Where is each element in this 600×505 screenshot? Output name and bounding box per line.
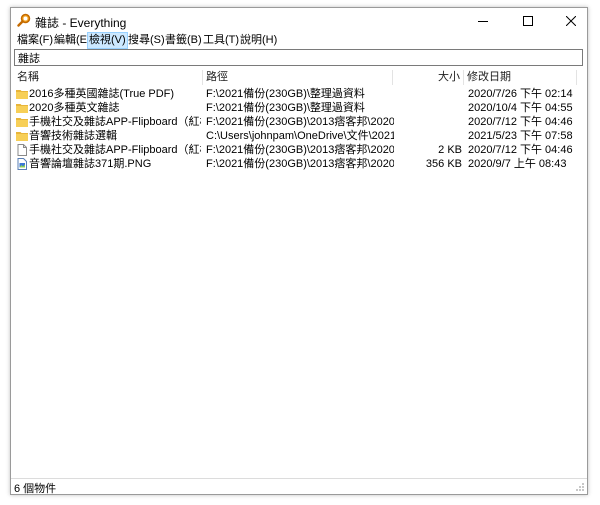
row-date: 2020/7/12 下午 04:46 xyxy=(468,116,573,128)
column-separator[interactable] xyxy=(463,70,464,85)
menu-view[interactable]: 檢視(V) xyxy=(87,32,128,49)
row-size: 356 KB xyxy=(425,158,462,170)
column-name[interactable]: 名稱 xyxy=(17,69,39,85)
minimize-button[interactable] xyxy=(466,8,500,33)
resize-grip-icon[interactable] xyxy=(575,482,585,492)
search-input[interactable] xyxy=(16,50,580,65)
row-size xyxy=(394,101,462,115)
column-separator[interactable] xyxy=(392,70,393,85)
row-date: 2020/9/7 上午 08:43 xyxy=(468,158,567,170)
row-date: 2020/10/4 下午 04:55 xyxy=(468,102,573,114)
menu-bookmarks[interactable]: 書籤(B) xyxy=(164,33,203,48)
row-name: 手機社交及雜誌APP-Flipboard（紅板報）... xyxy=(29,116,201,128)
column-size[interactable]: 大小 xyxy=(394,69,460,85)
row-path: F:\2021備份(230GB)\2013痞客邦\2020(158... xyxy=(206,144,394,156)
table-row[interactable]: 手機社交及雜誌APP-Flipboard（紅板報）... F:\2021備份(2… xyxy=(14,115,583,129)
window-title: 雜誌 - Everything xyxy=(35,16,127,30)
everything-window: 雜誌 - Everything 檔案(F) 編輯(E) 檢視(V) 搜尋(S) … xyxy=(10,7,588,495)
row-date: 2020/7/12 下午 04:46 xyxy=(468,144,573,156)
maximize-button[interactable] xyxy=(511,8,545,33)
row-size xyxy=(394,87,462,101)
row-size xyxy=(394,129,462,143)
results-list: 2016多種英國雜誌(True PDF) F:\2021備份(230GB)\整理… xyxy=(14,87,583,481)
table-row[interactable]: 2020多種英文雜誌 F:\2021備份(230GB)\整理過資料 2020/1… xyxy=(14,101,583,115)
row-name: 手機社交及雜誌APP-Flipboard（紅板報）... xyxy=(29,144,201,156)
column-header: 名稱 路徑 大小 修改日期 xyxy=(14,69,583,86)
row-path: F:\2021備份(230GB)\2013痞客邦\2020(158... xyxy=(206,158,394,170)
folder-icon xyxy=(16,104,28,113)
column-separator[interactable] xyxy=(202,70,203,85)
menu-edit[interactable]: 編輯(E) xyxy=(53,33,92,48)
row-name: 音響論壇雜誌371期.PNG xyxy=(29,158,152,170)
row-name: 2016多種英國雜誌(True PDF) xyxy=(29,88,175,100)
menu-help[interactable]: 說明(H) xyxy=(239,33,278,48)
column-path[interactable]: 路徑 xyxy=(206,69,228,85)
folder-icon xyxy=(16,118,28,127)
column-separator[interactable] xyxy=(576,70,577,85)
close-icon xyxy=(566,15,576,26)
search-box xyxy=(14,49,583,66)
row-name: 音響技術雜誌選輯 xyxy=(29,130,117,142)
image-file-icon xyxy=(17,158,27,170)
row-size xyxy=(394,115,462,129)
maximize-icon xyxy=(523,15,533,26)
close-button[interactable] xyxy=(554,8,588,33)
row-path: F:\2021備份(230GB)\整理過資料 xyxy=(206,88,365,100)
title-bar[interactable]: 雜誌 - Everything xyxy=(11,8,587,33)
row-date: 2020/7/26 下午 02:14 xyxy=(468,88,573,100)
row-size: 2 KB xyxy=(438,144,462,156)
row-name: 2020多種英文雜誌 xyxy=(29,102,120,114)
menu-bar: 檔案(F) 編輯(E) 檢視(V) 搜尋(S) 書籤(B) 工具(T) 說明(H… xyxy=(11,32,587,49)
menu-tools[interactable]: 工具(T) xyxy=(202,33,240,48)
magnifier-app-icon xyxy=(17,13,31,27)
row-path: C:\Users\johnpam\OneDrive\文件\2021年P... xyxy=(206,130,394,142)
folder-icon xyxy=(16,132,28,141)
table-row[interactable]: 音響技術雜誌選輯 C:\Users\johnpam\OneDrive\文件\20… xyxy=(14,129,583,143)
folder-icon xyxy=(16,90,28,99)
minimize-icon xyxy=(478,20,488,22)
status-bar: 6 個物件 xyxy=(11,478,587,495)
table-row[interactable]: 音響論壇雜誌371期.PNG F:\2021備份(230GB)\2013痞客邦\… xyxy=(14,157,583,171)
row-date: 2021/5/23 下午 07:58 xyxy=(468,130,573,142)
row-path: F:\2021備份(230GB)\整理過資料 xyxy=(206,102,365,114)
column-date[interactable]: 修改日期 xyxy=(467,69,511,85)
object-count: 6 個物件 xyxy=(14,483,57,495)
menu-file[interactable]: 檔案(F) xyxy=(16,33,54,48)
table-row[interactable]: 2016多種英國雜誌(True PDF) F:\2021備份(230GB)\整理… xyxy=(14,87,583,101)
file-icon xyxy=(17,144,27,156)
row-path: F:\2021備份(230GB)\2013痞客邦\2020(158... xyxy=(206,116,394,128)
menu-search[interactable]: 搜尋(S) xyxy=(127,33,166,48)
table-row[interactable]: 手機社交及雜誌APP-Flipboard（紅板報）... F:\2021備份(2… xyxy=(14,143,583,157)
